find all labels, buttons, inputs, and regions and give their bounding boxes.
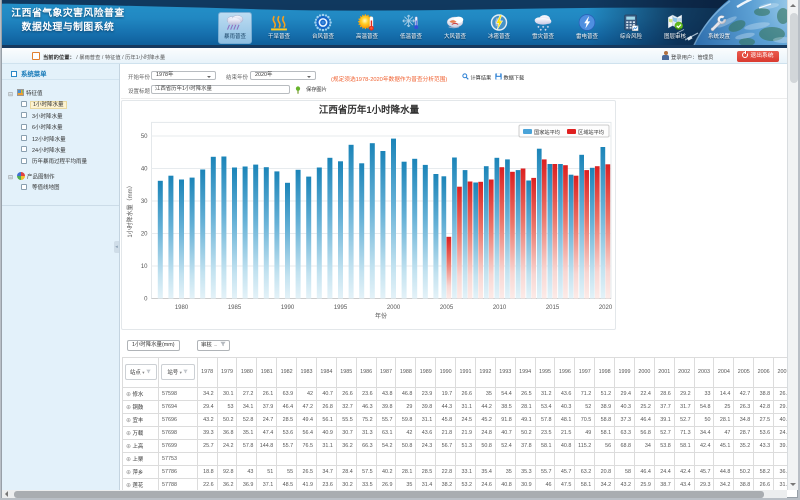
svg-text:1985: 1985 (227, 305, 241, 311)
svg-text:年份: 年份 (374, 312, 386, 320)
svg-text:国家站平均: 国家站平均 (534, 128, 560, 136)
svg-text:1小时降水量（mm）: 1小时降水量（mm） (126, 182, 134, 237)
svg-text:0: 0 (144, 297, 148, 303)
svg-text:2015: 2015 (545, 305, 559, 311)
svg-text:江西省历年1小时降水量: 江西省历年1小时降水量 (318, 104, 419, 116)
svg-text:2010: 2010 (492, 305, 506, 311)
svg-text:40: 40 (140, 167, 147, 173)
svg-text:50: 50 (140, 134, 147, 140)
svg-text:10: 10 (140, 264, 147, 270)
svg-text:2005: 2005 (439, 305, 453, 311)
svg-text:1995: 1995 (333, 305, 347, 311)
svg-text:1980: 1980 (174, 305, 188, 311)
svg-text:30: 30 (140, 199, 147, 205)
svg-text:1990: 1990 (280, 305, 294, 311)
svg-text:20: 20 (140, 232, 147, 238)
svg-text:2020: 2020 (598, 305, 612, 311)
svg-text:2000: 2000 (386, 305, 400, 311)
svg-text:区域站平均: 区域站平均 (578, 128, 604, 136)
